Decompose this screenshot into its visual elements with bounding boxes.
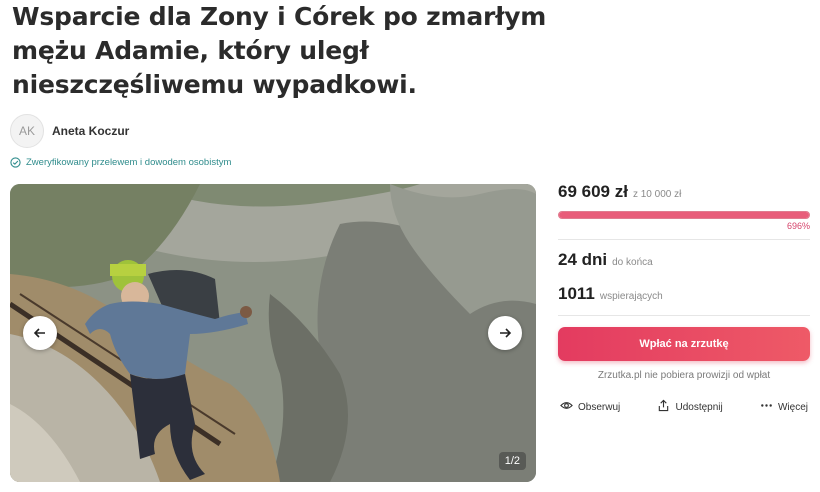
share-icon (657, 399, 675, 415)
page-title: Wsparcie dla Zony i Córek po zmarłym męż… (12, 2, 547, 99)
gallery-next-button[interactable] (488, 316, 522, 350)
divider (558, 239, 810, 240)
divider (558, 315, 810, 316)
eye-icon (560, 399, 578, 415)
days-left-label: do końca (612, 257, 653, 268)
verified-badge: Zweryfikowany przelewem i dowodem osobis… (10, 153, 231, 172)
donate-button[interactable]: Wpłać na zrzutkę (558, 327, 810, 361)
gallery-prev-button[interactable] (23, 316, 57, 350)
photo-gallery[interactable]: 1/2 (10, 184, 536, 482)
author[interactable]: AK Aneta Koczur (10, 114, 129, 148)
gallery-photo (10, 184, 536, 482)
verified-text: Zweryfikowany przelewem i dowodem osobis… (26, 157, 232, 168)
raised-amount: 69 609 zł (558, 182, 628, 201)
fundraiser-panel: 69 609 zł z 10 000 zł 696% 24 dni do koń… (558, 182, 810, 415)
no-fee-note: Zrzutka.pl nie pobiera prowizji od wpłat (597, 370, 771, 381)
days-left: 24 dni do końca (558, 250, 810, 270)
progress-fill (559, 212, 809, 218)
action-bar: Obserwuj Udostępnij Więcej (558, 399, 810, 415)
progress-percent: 696% (786, 221, 810, 231)
more-label: Więcej (777, 401, 808, 413)
days-left-value: 24 dni (558, 250, 608, 269)
verified-check-icon (10, 153, 21, 172)
supporters-label[interactable]: wspierających (600, 291, 663, 302)
supporters-count[interactable]: 1011 (558, 284, 595, 304)
goal-amount: z 10 000 zł (632, 189, 682, 200)
observe-label: Obserwuj (578, 401, 621, 413)
observe-button[interactable]: Obserwuj (560, 399, 620, 415)
share-button[interactable]: Udostępnij (657, 399, 723, 415)
arrow-right-icon (498, 326, 512, 340)
more-button[interactable]: Więcej (760, 399, 808, 415)
arrow-left-icon (33, 326, 47, 340)
avatar[interactable]: AK (10, 114, 44, 148)
gallery-counter: 1/2 (498, 452, 526, 470)
more-dots-icon (760, 399, 778, 415)
progress-bar (558, 211, 810, 219)
share-label: Udostępnij (675, 401, 723, 413)
supporters: 1011 wspierających (558, 284, 810, 304)
author-name[interactable]: Aneta Koczur (52, 124, 129, 138)
amount-row: 69 609 zł z 10 000 zł (558, 182, 810, 202)
